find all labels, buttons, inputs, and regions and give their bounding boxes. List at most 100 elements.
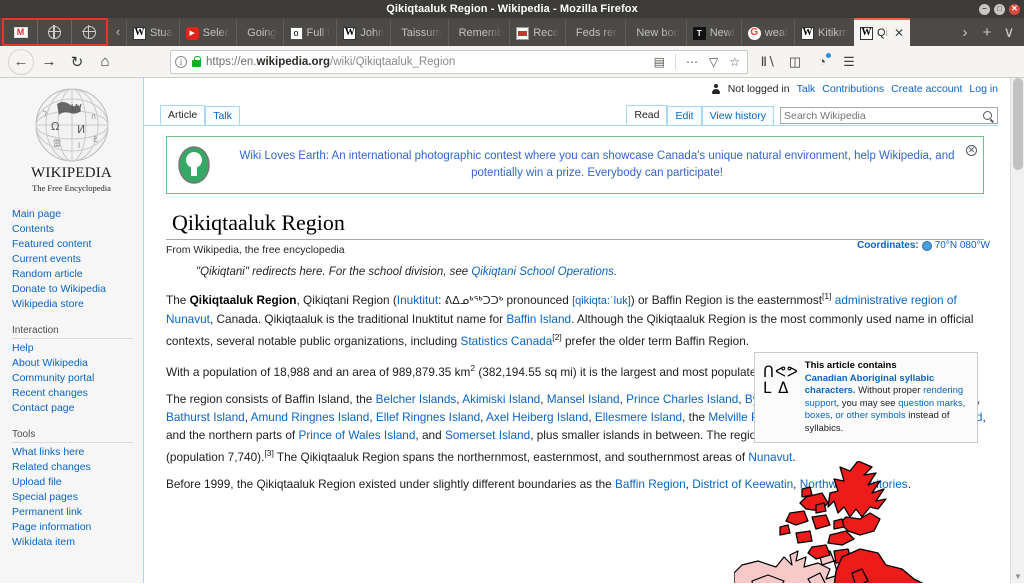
gmail-pinned-tab[interactable]: M xyxy=(4,20,38,44)
sidebar-item-permanent-link[interactable]: Permanent link xyxy=(12,505,143,520)
lock-icon[interactable] xyxy=(192,56,201,67)
search-input[interactable] xyxy=(784,109,983,122)
search-icon[interactable] xyxy=(983,111,992,120)
browser-tab[interactable]: W Kitikm xyxy=(794,20,854,46)
link-prince-charles-island[interactable]: Prince Charles Island xyxy=(626,392,738,406)
hamburger-menu-icon[interactable]: ☰ xyxy=(837,50,861,74)
sidebar-item-community-portal[interactable]: Community portal xyxy=(12,371,143,386)
minimize-button[interactable]: – xyxy=(979,3,990,15)
sidebar-item-upload-file[interactable]: Upload file xyxy=(12,475,143,490)
scroll-tabs-left-button[interactable]: ‹ xyxy=(110,18,126,46)
sidebar-item-what-links-here[interactable]: What links here xyxy=(12,445,143,460)
search-box[interactable] xyxy=(780,107,998,124)
browser-tab[interactable]: G weat xyxy=(740,20,794,46)
link-bathurst-island[interactable]: Bathurst Island xyxy=(166,410,245,424)
coordinates[interactable]: Coordinates: 70°N 080°W xyxy=(857,240,990,251)
tab-edit[interactable]: Edit xyxy=(667,106,702,125)
reload-button[interactable]: ↻ xyxy=(64,49,90,75)
sidebar-item-wikidata-item[interactable]: Wikidata item xyxy=(12,535,143,550)
usernav-contributions-link[interactable]: Contributions xyxy=(822,83,884,95)
usernav-login-link[interactable]: Log in xyxy=(969,83,998,95)
browser-tab[interactable]: W Stua xyxy=(126,20,179,46)
usernav-talk-link[interactable]: Talk xyxy=(797,83,816,95)
new-tab-button[interactable]: + xyxy=(977,24,997,41)
close-icon[interactable]: ✕ xyxy=(966,145,977,156)
link-statistics-canada[interactable]: Statistics Canada xyxy=(460,334,552,348)
scroll-tabs-right-button[interactable]: › xyxy=(955,24,975,41)
close-icon[interactable]: ✕ xyxy=(894,26,904,40)
back-button[interactable]: ← xyxy=(8,48,34,75)
ipa-pronunciation[interactable]: [qikiqta:ˈluk] xyxy=(572,295,631,307)
browser-tab[interactable]: New boo xyxy=(625,20,685,46)
maximize-button[interactable]: □ xyxy=(994,3,1005,15)
browser-tab[interactable]: T Newf xyxy=(685,20,741,46)
sidebar-item-random-article[interactable]: Random article xyxy=(12,267,143,282)
browser-tab[interactable]: Rememb xyxy=(447,20,510,46)
usernav-create-account-link[interactable]: Create account xyxy=(891,83,962,95)
scroll-down-arrow[interactable]: ▼ xyxy=(1011,571,1024,583)
sidebar-item-special-pages[interactable]: Special pages xyxy=(12,490,143,505)
sidebar-item-contact-page[interactable]: Contact page xyxy=(12,401,143,416)
link-axel-heiberg-island[interactable]: Axel Heiberg Island xyxy=(486,410,588,424)
bookmark-star-icon[interactable]: ☆ xyxy=(726,55,743,69)
pocket-icon[interactable]: ▽ xyxy=(706,55,721,69)
sidebar-item-donate[interactable]: Donate to Wikipedia xyxy=(12,282,143,297)
reference-1[interactable]: [1] xyxy=(822,291,831,301)
list-all-tabs-button[interactable]: ∨ xyxy=(999,23,1019,41)
browser-tab[interactable]: ᴏ Full t xyxy=(282,20,337,46)
account-icon[interactable]: ◔ xyxy=(810,50,834,74)
library-icon[interactable]: Ⅱ∖ xyxy=(756,50,780,74)
link-amund-ringnes-island[interactable]: Amund Ringnes Island xyxy=(251,410,370,424)
url-address-bar[interactable]: i https://en.wikipedia.org/wiki/Qikiqtaa… xyxy=(170,49,748,74)
sidebar-item-contents[interactable]: Contents xyxy=(12,222,143,237)
tab-talk[interactable]: Talk xyxy=(205,106,240,125)
reference-3[interactable]: [3] xyxy=(264,448,273,458)
reader-view-icon[interactable]: ▤ xyxy=(651,55,668,69)
nunavut-qikiqtaaluk-locator-map[interactable] xyxy=(734,461,986,583)
browser-tab[interactable]: Taissum xyxy=(390,20,447,46)
globe-pinned-tab-2[interactable] xyxy=(72,20,106,44)
browser-tab[interactable]: Going xyxy=(236,20,282,46)
link-ellesmere-island[interactable]: Ellesmere Island xyxy=(595,410,682,424)
sidebar-icon[interactable]: ◫ xyxy=(783,50,807,74)
browser-tab[interactable]: Reco xyxy=(509,20,565,46)
link-belcher-islands[interactable]: Belcher Islands xyxy=(376,392,457,406)
sidebar-item-main-page[interactable]: Main page xyxy=(12,207,143,222)
scrollbar-thumb[interactable] xyxy=(1013,78,1023,170)
browser-tab[interactable]: W John xyxy=(336,20,390,46)
link-somerset-island[interactable]: Somerset Island xyxy=(445,428,530,442)
page-actions-icon[interactable]: ⋯ xyxy=(683,55,701,69)
close-button[interactable]: ✕ xyxy=(1009,3,1020,15)
link-akimiski-island[interactable]: Akimiski Island xyxy=(462,392,540,406)
sidebar-item-featured-content[interactable]: Featured content xyxy=(12,237,143,252)
wikipedia-logo[interactable]: W Ω И ל ก 雷 । ع WIKIPEDIA The Free Encyc… xyxy=(0,80,143,197)
globe-pinned-tab-1[interactable] xyxy=(38,20,72,44)
browser-tab[interactable]: Feds ren xyxy=(564,20,625,46)
sidebar-item-current-events[interactable]: Current events xyxy=(12,252,143,267)
browser-tab[interactable]: ▶ Selec xyxy=(178,20,237,46)
page-scrollbar[interactable]: ▲ ▼ xyxy=(1010,78,1024,583)
sidebar-item-recent-changes[interactable]: Recent changes xyxy=(12,386,143,401)
sidebar-item-page-information[interactable]: Page information xyxy=(12,520,143,535)
banner-text[interactable]: Wiki Loves Earth: An international photo… xyxy=(221,148,973,182)
link-mansel-island[interactable]: Mansel Island xyxy=(547,392,620,406)
link-baffin-region[interactable]: Baffin Region xyxy=(615,477,686,491)
sidebar-item-about[interactable]: About Wikipedia xyxy=(12,356,143,371)
hatnote-link[interactable]: Qikiqtani School Operations xyxy=(471,266,614,278)
tab-article[interactable]: Article xyxy=(160,105,206,125)
link-baffin-island[interactable]: Baffin Island xyxy=(506,312,571,326)
link-inuktitut[interactable]: Inuktitut xyxy=(397,293,438,307)
link-ellef-ringnes-island[interactable]: Ellef Ringnes Island xyxy=(376,410,480,424)
sidebar-item-help[interactable]: Help xyxy=(12,341,143,356)
reference-2[interactable]: [2] xyxy=(552,332,561,342)
home-button[interactable]: ⌂ xyxy=(92,49,118,75)
forward-button[interactable]: → xyxy=(36,49,62,75)
sidebar-item-related-changes[interactable]: Related changes xyxy=(12,460,143,475)
tab-read[interactable]: Read xyxy=(626,105,668,125)
coordinates-label: Coordinates: xyxy=(857,240,919,251)
link-prince-of-wales-island[interactable]: Prince of Wales Island xyxy=(298,428,415,442)
browser-tab-active[interactable]: W Qi ✕ xyxy=(854,18,911,46)
sidebar-item-store[interactable]: Wikipedia store xyxy=(12,297,143,312)
tab-view-history[interactable]: View history xyxy=(701,106,774,125)
page-info-icon[interactable]: i xyxy=(175,55,187,68)
